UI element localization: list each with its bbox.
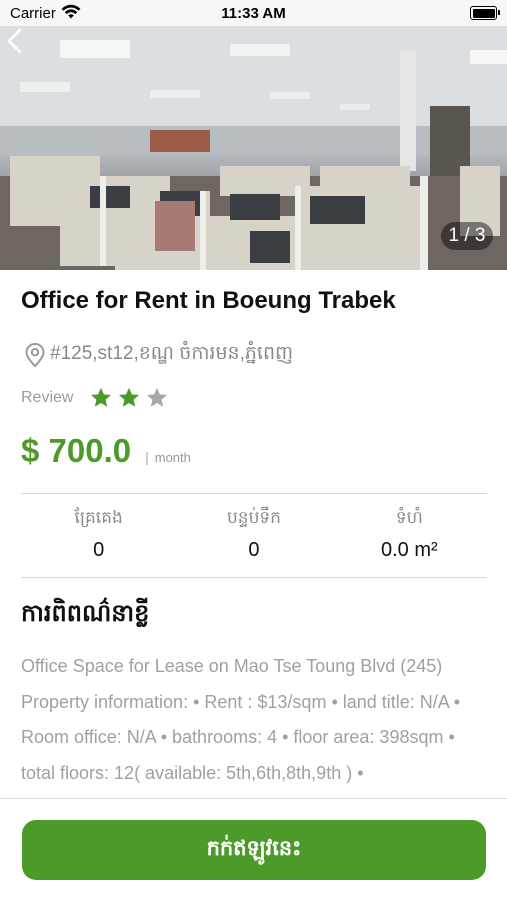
property-photo-carousel[interactable]: 1 / 3 <box>0 26 507 270</box>
description-title: ការពិពណ៌នាខ្លី <box>21 600 150 627</box>
star-filled-icon <box>91 387 112 407</box>
spec-size: ទំហំ 0.0 m² <box>332 503 487 573</box>
divider <box>21 493 487 494</box>
spec-label: បន្ទប់ទឹក <box>227 508 281 527</box>
description-text: Office Space for Lease on Mao Tse Toung … <box>21 656 461 783</box>
battery-icon <box>470 6 500 20</box>
status-bar: Carrier 11:33 AM <box>0 0 507 26</box>
spec-bedrooms: គ្រែគេង 0 <box>21 503 176 573</box>
spec-value: 0 <box>248 539 260 561</box>
price-separator: | <box>145 449 149 465</box>
book-now-button[interactable]: កក់ឥឡូវនេះ <box>22 820 486 880</box>
listing-address: #125,st12,ខណ្ឌ ចំការមន,ភ្នំពេញ <box>24 341 293 369</box>
office-photo <box>0 26 507 270</box>
price-row: $ 700.0 | month <box>21 432 191 470</box>
spec-bathrooms: បន្ទប់ទឹក 0 <box>176 503 331 573</box>
spec-value: 0 <box>93 539 105 561</box>
spec-label: ទំហំ <box>395 508 423 527</box>
review-rating: Review <box>21 386 173 410</box>
property-specs: គ្រែគេង 0 បន្ទប់ទឹក 0 ទំហំ 0.0 m² <box>21 503 487 573</box>
photo-page-indicator: 1 / 3 <box>441 222 493 250</box>
star-empty-icon <box>147 387 168 407</box>
price-value: $ 700.0 <box>21 432 132 469</box>
back-button[interactable] <box>0 26 30 56</box>
address-text: #125,st12,ខណ្ឌ ចំការមន,ភ្នំពេញ <box>50 343 294 364</box>
divider <box>21 577 487 578</box>
price-unit: month <box>154 450 191 465</box>
spec-value: 0.0 m² <box>380 539 438 561</box>
review-label: Review <box>21 389 74 406</box>
bottom-action-bar: កក់ឥឡូវនេះ <box>0 798 507 901</box>
clock: 11:33 AM <box>221 5 286 22</box>
star-filled-icon <box>119 387 140 407</box>
listing-title: Office for Rent in Boeung Trabek <box>21 287 396 314</box>
spec-label: គ្រែគេង <box>74 508 123 527</box>
location-pin-icon <box>25 342 45 368</box>
